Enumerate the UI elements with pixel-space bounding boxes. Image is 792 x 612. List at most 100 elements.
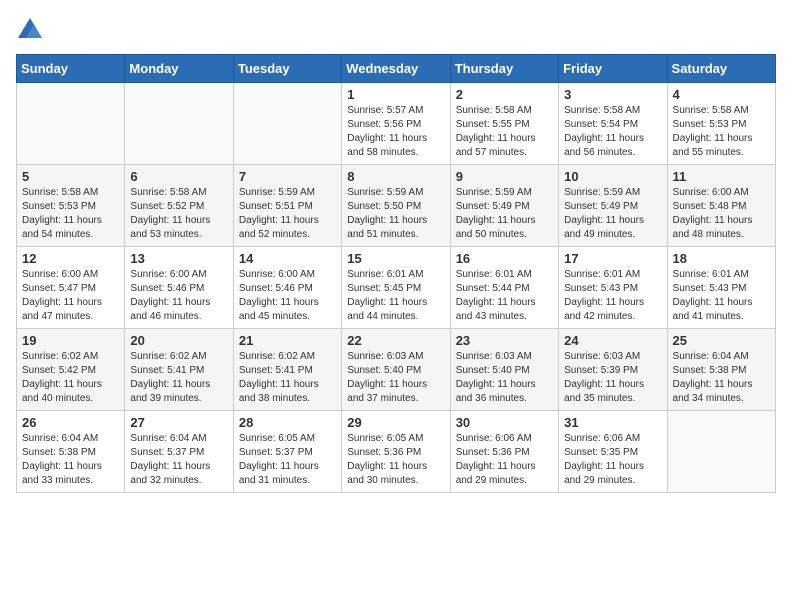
day-info: Sunrise: 5:59 AM Sunset: 5:49 PM Dayligh… xyxy=(564,186,661,242)
day-info: Sunrise: 5:58 AM Sunset: 5:53 PM Dayligh… xyxy=(673,104,770,160)
day-info: Sunrise: 6:00 AM Sunset: 5:47 PM Dayligh… xyxy=(22,268,119,324)
calendar-cell: 2 Sunrise: 5:58 AM Sunset: 5:55 PM Daylig… xyxy=(450,83,558,165)
calendar-cell: 10 Sunrise: 5:59 AM Sunset: 5:49 PM Dayli… xyxy=(559,165,667,247)
day-info: Sunrise: 6:03 AM Sunset: 5:40 PM Dayligh… xyxy=(347,350,444,406)
day-number: 20 xyxy=(130,333,227,348)
day-info: Sunrise: 6:01 AM Sunset: 5:43 PM Dayligh… xyxy=(673,268,770,324)
day-number: 29 xyxy=(347,415,444,430)
calendar-cell: 23 Sunrise: 6:03 AM Sunset: 5:40 PM Dayli… xyxy=(450,329,558,411)
calendar-cell: 20 Sunrise: 6:02 AM Sunset: 5:41 PM Dayli… xyxy=(125,329,233,411)
calendar-cell: 15 Sunrise: 6:01 AM Sunset: 5:45 PM Dayli… xyxy=(342,247,450,329)
calendar-cell: 19Sunrise: 6:02 AM Sunset: 5:42 PM Dayli… xyxy=(17,329,125,411)
calendar-cell: 11Sunrise: 6:00 AM Sunset: 5:48 PM Dayli… xyxy=(667,165,775,247)
col-header-friday: Friday xyxy=(559,55,667,83)
day-number: 22 xyxy=(347,333,444,348)
day-info: Sunrise: 5:58 AM Sunset: 5:55 PM Dayligh… xyxy=(456,104,553,160)
calendar-cell: 14Sunrise: 6:00 AM Sunset: 5:46 PM Dayli… xyxy=(233,247,341,329)
day-info: Sunrise: 6:05 AM Sunset: 5:36 PM Dayligh… xyxy=(347,432,444,488)
day-number: 10 xyxy=(564,169,661,184)
week-row-3: 19Sunrise: 6:02 AM Sunset: 5:42 PM Dayli… xyxy=(17,329,776,411)
day-number: 12 xyxy=(22,251,119,266)
calendar-cell: 4 Sunrise: 5:58 AM Sunset: 5:53 PM Daylig… xyxy=(667,83,775,165)
day-number: 18 xyxy=(673,251,770,266)
col-header-wednesday: Wednesday xyxy=(342,55,450,83)
week-row-4: 26 Sunrise: 6:04 AM Sunset: 5:38 PM Dayli… xyxy=(17,411,776,493)
day-number: 13 xyxy=(130,251,227,266)
calendar-cell: 30 Sunrise: 6:06 AM Sunset: 5:36 PM Dayli… xyxy=(450,411,558,493)
day-info: Sunrise: 5:59 AM Sunset: 5:50 PM Dayligh… xyxy=(347,186,444,242)
day-number: 1 xyxy=(347,87,444,102)
calendar-cell: 3 Sunrise: 5:58 AM Sunset: 5:54 PM Daylig… xyxy=(559,83,667,165)
day-number: 6 xyxy=(130,169,227,184)
calendar: SundayMondayTuesdayWednesdayThursdayFrid… xyxy=(16,54,776,493)
day-info: Sunrise: 6:01 AM Sunset: 5:43 PM Dayligh… xyxy=(564,268,661,324)
calendar-cell: 26 Sunrise: 6:04 AM Sunset: 5:38 PM Dayli… xyxy=(17,411,125,493)
day-number: 30 xyxy=(456,415,553,430)
day-info: Sunrise: 6:00 AM Sunset: 5:46 PM Dayligh… xyxy=(239,268,336,324)
week-row-0: 1 Sunrise: 5:57 AM Sunset: 5:56 PM Daylig… xyxy=(17,83,776,165)
day-number: 2 xyxy=(456,87,553,102)
day-number: 28 xyxy=(239,415,336,430)
day-number: 7 xyxy=(239,169,336,184)
day-number: 31 xyxy=(564,415,661,430)
day-info: Sunrise: 6:05 AM Sunset: 5:37 PM Dayligh… xyxy=(239,432,336,488)
day-number: 26 xyxy=(22,415,119,430)
day-info: Sunrise: 6:03 AM Sunset: 5:40 PM Dayligh… xyxy=(456,350,553,406)
day-number: 3 xyxy=(564,87,661,102)
calendar-cell: 31 Sunrise: 6:06 AM Sunset: 5:35 PM Dayli… xyxy=(559,411,667,493)
day-info: Sunrise: 5:59 AM Sunset: 5:49 PM Dayligh… xyxy=(456,186,553,242)
calendar-cell xyxy=(667,411,775,493)
day-number: 16 xyxy=(456,251,553,266)
day-info: Sunrise: 6:01 AM Sunset: 5:45 PM Dayligh… xyxy=(347,268,444,324)
day-number: 8 xyxy=(347,169,444,184)
calendar-cell: 18 Sunrise: 6:01 AM Sunset: 5:43 PM Dayli… xyxy=(667,247,775,329)
calendar-cell: 16 Sunrise: 6:01 AM Sunset: 5:44 PM Dayli… xyxy=(450,247,558,329)
calendar-header: SundayMondayTuesdayWednesdayThursdayFrid… xyxy=(17,55,776,83)
calendar-cell: 8 Sunrise: 5:59 AM Sunset: 5:50 PM Daylig… xyxy=(342,165,450,247)
day-number: 25 xyxy=(673,333,770,348)
day-info: Sunrise: 6:00 AM Sunset: 5:48 PM Dayligh… xyxy=(673,186,770,242)
calendar-cell: 22 Sunrise: 6:03 AM Sunset: 5:40 PM Dayli… xyxy=(342,329,450,411)
calendar-cell: 9 Sunrise: 5:59 AM Sunset: 5:49 PM Daylig… xyxy=(450,165,558,247)
day-number: 21 xyxy=(239,333,336,348)
day-number: 9 xyxy=(456,169,553,184)
col-header-saturday: Saturday xyxy=(667,55,775,83)
day-number: 15 xyxy=(347,251,444,266)
day-info: Sunrise: 5:58 AM Sunset: 5:54 PM Dayligh… xyxy=(564,104,661,160)
col-header-tuesday: Tuesday xyxy=(233,55,341,83)
day-info: Sunrise: 6:00 AM Sunset: 5:46 PM Dayligh… xyxy=(130,268,227,324)
day-info: Sunrise: 5:58 AM Sunset: 5:53 PM Dayligh… xyxy=(22,186,119,242)
day-info: Sunrise: 6:06 AM Sunset: 5:36 PM Dayligh… xyxy=(456,432,553,488)
day-info: Sunrise: 6:04 AM Sunset: 5:38 PM Dayligh… xyxy=(22,432,119,488)
col-header-monday: Monday xyxy=(125,55,233,83)
day-info: Sunrise: 5:58 AM Sunset: 5:52 PM Dayligh… xyxy=(130,186,227,242)
page-header xyxy=(16,16,776,44)
day-info: Sunrise: 6:06 AM Sunset: 5:35 PM Dayligh… xyxy=(564,432,661,488)
calendar-cell: 27Sunrise: 6:04 AM Sunset: 5:37 PM Dayli… xyxy=(125,411,233,493)
day-number: 5 xyxy=(22,169,119,184)
day-info: Sunrise: 6:04 AM Sunset: 5:38 PM Dayligh… xyxy=(673,350,770,406)
logo-icon xyxy=(16,16,44,44)
day-info: Sunrise: 6:02 AM Sunset: 5:41 PM Dayligh… xyxy=(130,350,227,406)
calendar-cell: 13 Sunrise: 6:00 AM Sunset: 5:46 PM Dayli… xyxy=(125,247,233,329)
calendar-cell: 7Sunrise: 5:59 AM Sunset: 5:51 PM Daylig… xyxy=(233,165,341,247)
calendar-cell: 12 Sunrise: 6:00 AM Sunset: 5:47 PM Dayli… xyxy=(17,247,125,329)
day-number: 23 xyxy=(456,333,553,348)
col-header-sunday: Sunday xyxy=(17,55,125,83)
calendar-cell: 25 Sunrise: 6:04 AM Sunset: 5:38 PM Dayli… xyxy=(667,329,775,411)
calendar-cell: 28 Sunrise: 6:05 AM Sunset: 5:37 PM Dayli… xyxy=(233,411,341,493)
day-info: Sunrise: 6:03 AM Sunset: 5:39 PM Dayligh… xyxy=(564,350,661,406)
week-row-1: 5 Sunrise: 5:58 AM Sunset: 5:53 PM Daylig… xyxy=(17,165,776,247)
day-info: Sunrise: 6:02 AM Sunset: 5:41 PM Dayligh… xyxy=(239,350,336,406)
week-row-2: 12 Sunrise: 6:00 AM Sunset: 5:47 PM Dayli… xyxy=(17,247,776,329)
logo xyxy=(16,16,48,44)
day-number: 4 xyxy=(673,87,770,102)
calendar-cell: 6 Sunrise: 5:58 AM Sunset: 5:52 PM Daylig… xyxy=(125,165,233,247)
calendar-cell: 21 Sunrise: 6:02 AM Sunset: 5:41 PM Dayli… xyxy=(233,329,341,411)
calendar-cell xyxy=(125,83,233,165)
day-number: 19 xyxy=(22,333,119,348)
day-info: Sunrise: 5:57 AM Sunset: 5:56 PM Dayligh… xyxy=(347,104,444,160)
day-info: Sunrise: 6:04 AM Sunset: 5:37 PM Dayligh… xyxy=(130,432,227,488)
calendar-cell xyxy=(17,83,125,165)
day-info: Sunrise: 6:01 AM Sunset: 5:44 PM Dayligh… xyxy=(456,268,553,324)
